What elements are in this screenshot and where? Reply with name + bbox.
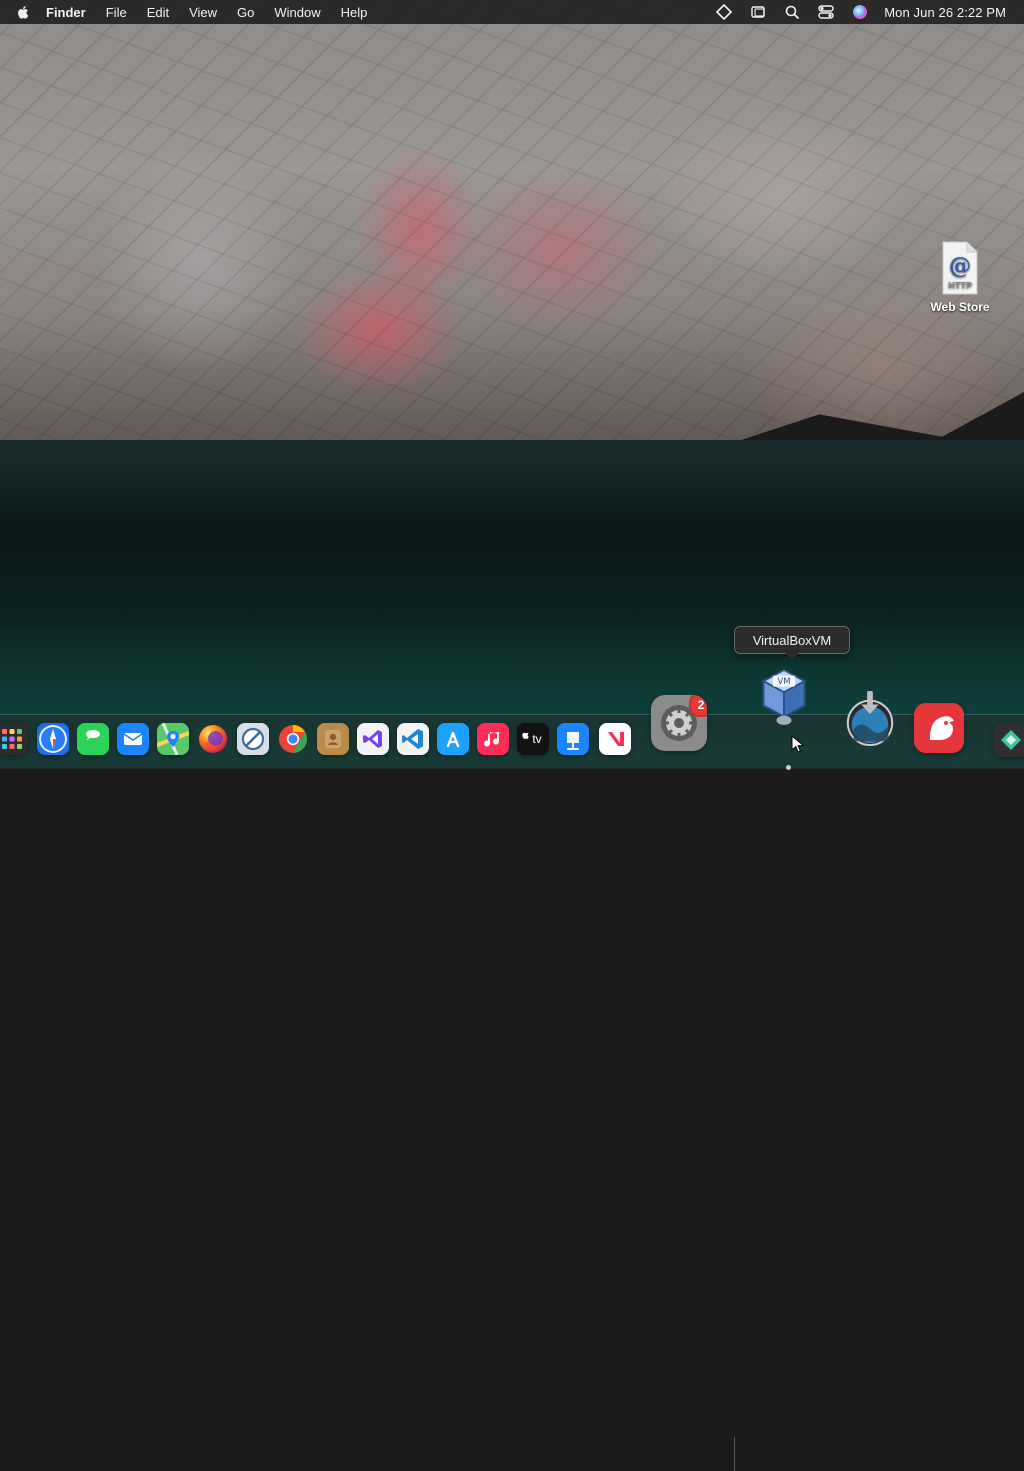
dock-app-messages[interactable] — [77, 723, 109, 755]
dock-app-safari[interactable] — [37, 723, 69, 755]
siri-icon[interactable] — [850, 3, 870, 21]
menu-bar: Finder File Edit View Go Window Help Mon… — [0, 0, 1024, 24]
keynote-icon — [557, 723, 589, 755]
spotlight-search-icon[interactable] — [782, 3, 802, 21]
menu-right: Mon Jun 26 2:22 PM — [714, 0, 1024, 24]
http-document-icon: @ HTTP — [942, 241, 978, 295]
dock-app-app-store[interactable] — [437, 723, 469, 755]
downloads-stack-icon — [846, 691, 894, 747]
dock-app-virtualboxvm[interactable]: VM — [756, 669, 812, 725]
menu-window[interactable]: Window — [264, 0, 330, 24]
control-center-icon[interactable] — [816, 3, 836, 21]
messages-icon — [77, 723, 109, 755]
maps-icon — [157, 723, 189, 755]
dock-app-launchpad[interactable] — [0, 723, 28, 755]
dock-app-blocked[interactable] — [237, 723, 269, 755]
launchpad-icon — [0, 723, 28, 755]
menu-edit[interactable]: Edit — [137, 0, 179, 24]
svg-text:@: @ — [949, 253, 971, 279]
menu-help[interactable]: Help — [331, 0, 378, 24]
mouse-cursor — [791, 734, 805, 753]
dock-app-apple-tv[interactable]: tv — [517, 723, 549, 755]
dock-app-system-settings[interactable]: 2 — [651, 695, 707, 751]
dock-app-partial[interactable] — [994, 723, 1024, 757]
desktop-file-web-store[interactable]: @ HTTP Web Store — [920, 240, 1000, 314]
dock-app-visual-studio[interactable] — [357, 723, 389, 755]
dock-tooltip-text: VirtualBoxVM — [752, 632, 832, 648]
dock-app-downloads[interactable] — [842, 691, 898, 747]
svg-text:tv: tv — [532, 732, 541, 746]
dock-app-mail[interactable] — [117, 723, 149, 755]
firefox-icon — [199, 725, 227, 753]
dock: tv 2 VM — [0, 669, 1024, 1471]
menu-view[interactable]: View — [179, 0, 227, 24]
safari-icon — [39, 725, 67, 753]
screen-mirroring-icon[interactable] — [748, 3, 768, 21]
dock-app-keynote[interactable] — [557, 723, 589, 755]
menu-go[interactable]: Go — [227, 0, 264, 24]
diamond-icon[interactable] — [714, 3, 734, 21]
chrome-icon — [279, 725, 307, 753]
notification-badge: 2 — [689, 695, 707, 717]
menu-left: Finder File Edit View Go Window Help — [0, 0, 377, 24]
dock-app-bear[interactable] — [914, 703, 964, 753]
dock-separator — [734, 1437, 735, 1471]
dock-tooltip: VirtualBoxVM — [734, 626, 850, 654]
no-entry-icon — [237, 723, 269, 755]
virtualbox-cube-icon: VM — [761, 669, 807, 725]
wallpaper-shadow — [0, 470, 1024, 610]
news-icon — [599, 723, 631, 755]
dock-app-news[interactable] — [599, 723, 631, 755]
contacts-icon — [317, 723, 349, 755]
vs-code-icon — [397, 723, 429, 755]
app-store-icon — [437, 723, 469, 755]
menu-file[interactable]: File — [96, 0, 137, 24]
internet-location-file-icon: @ HTTP — [937, 240, 983, 296]
desktop-file-label: Web Store — [930, 300, 990, 314]
music-icon — [477, 723, 509, 755]
svg-text:HTTP: HTTP — [948, 281, 972, 290]
svg-text:VM: VM — [778, 676, 791, 686]
dock-items: tv 2 VM — [0, 669, 1024, 1471]
bear-icon — [914, 703, 964, 753]
apple-icon[interactable] — [14, 3, 32, 21]
desktop-wallpaper — [0, 0, 1024, 768]
mail-icon — [117, 723, 149, 755]
menu-clock[interactable]: Mon Jun 26 2:22 PM — [884, 5, 1006, 20]
apple-tv-icon: tv — [517, 723, 549, 755]
dock-app-firefox[interactable] — [197, 723, 229, 755]
dock-app-vs-code[interactable] — [397, 723, 429, 755]
dock-app-music[interactable] — [477, 723, 509, 755]
app-icon — [994, 723, 1024, 757]
dock-app-chrome[interactable] — [277, 723, 309, 755]
dock-app-contacts[interactable] — [317, 723, 349, 755]
cursor-icon — [791, 734, 805, 753]
visual-studio-icon — [357, 723, 389, 755]
menu-app-name[interactable]: Finder — [40, 0, 96, 24]
dock-app-maps[interactable] — [157, 723, 189, 755]
